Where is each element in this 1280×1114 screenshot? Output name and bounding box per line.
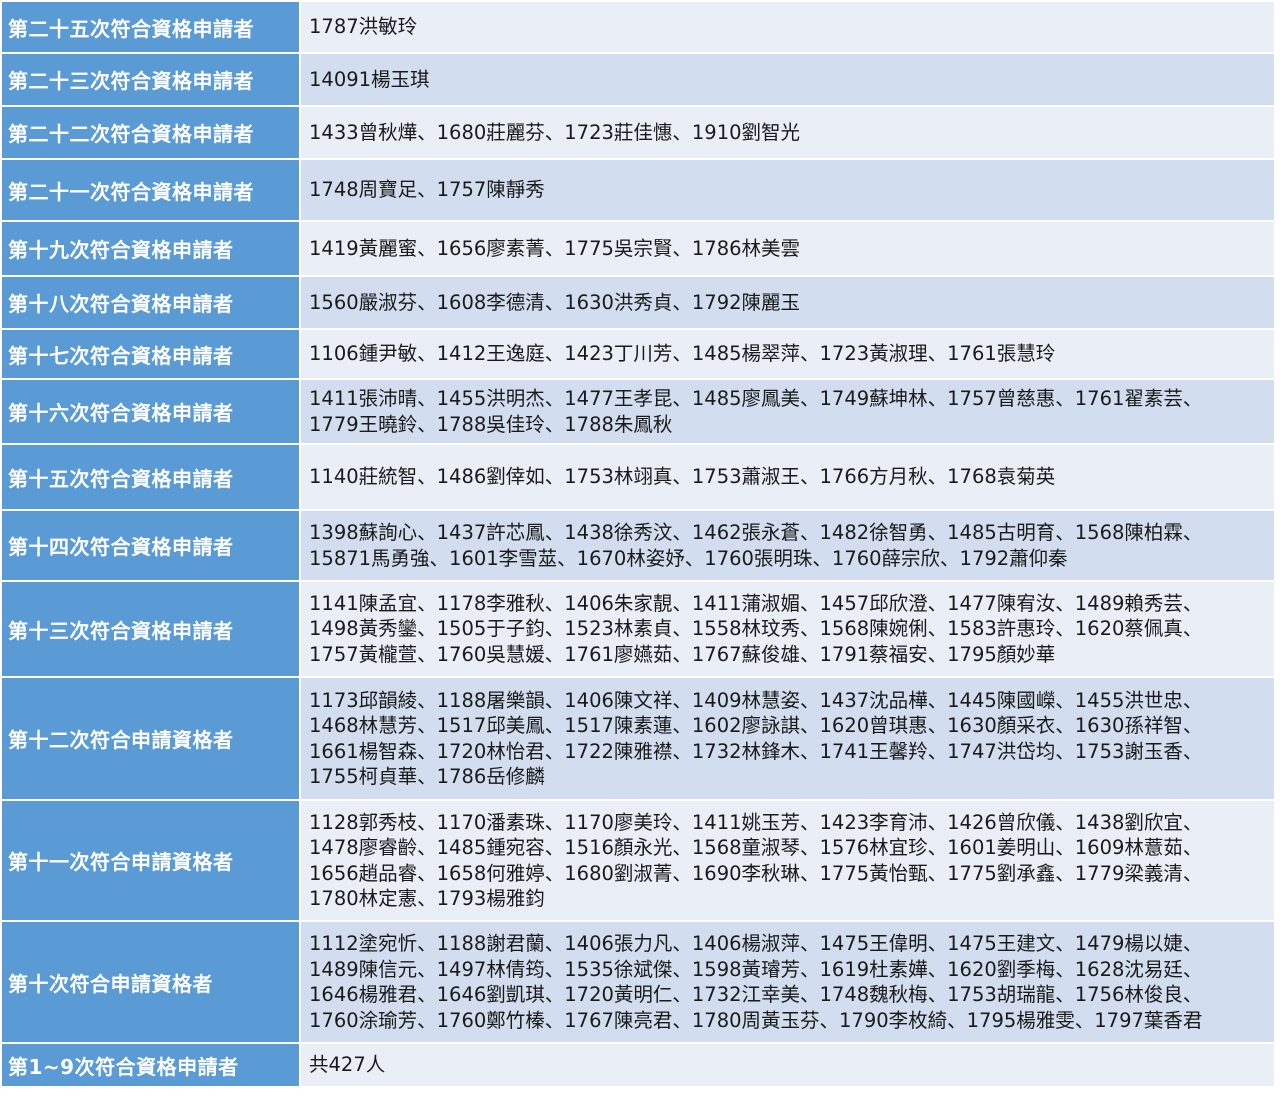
table-row: 第十六次符合資格申請者 1411張沛晴、1455洪明杰、1477王孝昆、1485… — [2, 380, 1274, 443]
table-row: 第十三次符合資格申請者 1141陳孟宜、1178李雅秋、1406朱家靚、1411… — [2, 582, 1274, 676]
table-row: 第十一次符合申請資格者 1128郭秀枝、1170潘素珠、1170廖美玲、1411… — [2, 801, 1274, 920]
table-row: 第十五次符合資格申請者 1140莊統智、1486劉倖如、1753林翊真、1753… — [2, 445, 1274, 509]
applicant-names: 1748周寶足、1757陳靜秀 — [301, 160, 1274, 220]
round-label: 第十三次符合資格申請者 — [2, 582, 299, 676]
round-label: 第1~9次符合資格申請者 — [2, 1044, 299, 1086]
round-label: 第十六次符合資格申請者 — [2, 380, 299, 443]
applicant-names: 1433曾秋燁、1680莊麗芬、1723莊佳憓、1910劉智光 — [301, 107, 1274, 158]
applicant-names: 1112塗宛忻、1188謝君蘭、1406張力凡、1406楊淑萍、1475王偉明、… — [301, 922, 1274, 1042]
applicant-names: 14091楊玉琪 — [301, 54, 1274, 105]
round-label: 第十一次符合申請資格者 — [2, 801, 299, 920]
round-label: 第十二次符合申請資格者 — [2, 678, 299, 799]
table-row: 第二十二次符合資格申請者 1433曾秋燁、1680莊麗芬、1723莊佳憓、191… — [2, 107, 1274, 158]
round-label: 第二十三次符合資格申請者 — [2, 54, 299, 105]
round-label: 第十九次符合資格申請者 — [2, 222, 299, 275]
round-label: 第十五次符合資格申請者 — [2, 445, 299, 509]
table-row: 第十七次符合資格申請者 1106鍾尹敏、1412王逸庭、1423丁川芳、1485… — [2, 330, 1274, 378]
round-label: 第二十五次符合資格申請者 — [2, 2, 299, 52]
applicant-names: 1140莊統智、1486劉倖如、1753林翊真、1753蕭淑王、1766方月秋、… — [301, 445, 1274, 509]
applicant-names: 1787洪敏玲 — [301, 2, 1274, 52]
applicant-names: 1419黃麗蜜、1656廖素菁、1775吳宗賢、1786林美雲 — [301, 222, 1274, 275]
table-row: 第十八次符合資格申請者 1560嚴淑芬、1608李德清、1630洪秀貞、1792… — [2, 277, 1274, 328]
qualified-applicants-table: 第二十五次符合資格申請者 1787洪敏玲 第二十三次符合資格申請者 14091楊… — [0, 0, 1276, 1088]
table-row: 第二十三次符合資格申請者 14091楊玉琪 — [2, 54, 1274, 105]
table-row: 第1~9次符合資格申請者 共427人 — [2, 1044, 1274, 1086]
table-row: 第二十一次符合資格申請者 1748周寶足、1757陳靜秀 — [2, 160, 1274, 220]
applicant-names: 1560嚴淑芬、1608李德清、1630洪秀貞、1792陳麗玉 — [301, 277, 1274, 328]
table-row: 第十二次符合申請資格者 1173邱韻綾、1188屠樂韻、1406陳文祥、1409… — [2, 678, 1274, 799]
table-row: 第十四次符合資格申請者 1398蘇詢心、1437許芯鳳、1438徐秀汶、1462… — [2, 511, 1274, 580]
round-label: 第十七次符合資格申請者 — [2, 330, 299, 378]
round-label: 第二十二次符合資格申請者 — [2, 107, 299, 158]
applicant-names: 1128郭秀枝、1170潘素珠、1170廖美玲、1411姚玉芳、1423李育沛、… — [301, 801, 1274, 920]
applicant-names: 1398蘇詢心、1437許芯鳳、1438徐秀汶、1462張永蒼、1482徐智勇、… — [301, 511, 1274, 580]
table-row: 第二十五次符合資格申請者 1787洪敏玲 — [2, 2, 1274, 52]
table-row: 第十次符合申請資格者 1112塗宛忻、1188謝君蘭、1406張力凡、1406楊… — [2, 922, 1274, 1042]
round-label: 第十次符合申請資格者 — [2, 922, 299, 1042]
round-label: 第二十一次符合資格申請者 — [2, 160, 299, 220]
applicant-names: 共427人 — [301, 1044, 1274, 1086]
table-row: 第十九次符合資格申請者 1419黃麗蜜、1656廖素菁、1775吳宗賢、1786… — [2, 222, 1274, 275]
round-label: 第十八次符合資格申請者 — [2, 277, 299, 328]
applicant-names: 1141陳孟宜、1178李雅秋、1406朱家靚、1411蒲淑媚、1457邱欣澄、… — [301, 582, 1274, 676]
round-label: 第十四次符合資格申請者 — [2, 511, 299, 580]
applicant-names: 1173邱韻綾、1188屠樂韻、1406陳文祥、1409林慧姿、1437沈品樺、… — [301, 678, 1274, 799]
applicant-names: 1106鍾尹敏、1412王逸庭、1423丁川芳、1485楊翠萍、1723黃淑理、… — [301, 330, 1274, 378]
applicant-names: 1411張沛晴、1455洪明杰、1477王孝昆、1485廖鳳美、1749蘇坤林、… — [301, 380, 1274, 443]
